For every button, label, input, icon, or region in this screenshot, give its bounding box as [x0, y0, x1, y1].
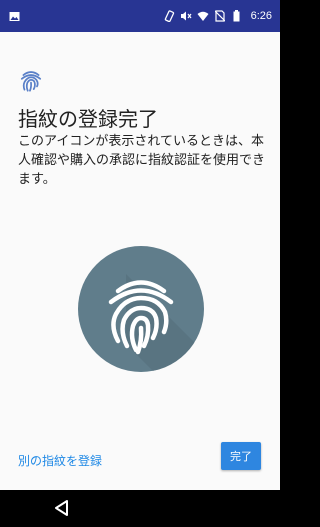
status-time: 6:26 — [250, 10, 272, 22]
fingerprint-icon — [18, 68, 44, 94]
done-button[interactable]: 完了 — [221, 442, 261, 470]
status-bar: 6:26 — [0, 0, 280, 32]
description-text: このアイコンが表示されているときは、本人確認や購入の承認に指紋認証を使用できます… — [18, 134, 266, 187]
back-icon[interactable] — [52, 498, 72, 518]
fingerprint-illustration — [78, 246, 204, 372]
battery-icon — [231, 10, 243, 22]
vibrate-icon — [163, 10, 175, 22]
no-sim-icon — [214, 10, 226, 22]
mute-icon — [180, 10, 192, 22]
navigation-bar — [0, 490, 280, 527]
page-title: 指紋の登録完了 — [18, 107, 158, 131]
add-another-fingerprint-button[interactable]: 別の指紋を登録 — [18, 452, 102, 469]
image-icon — [8, 10, 20, 22]
fingerprint-enrolled-screen: 指紋の登録完了 このアイコンが表示されているときは、本人確認や購入の承認に指紋認… — [0, 32, 280, 490]
wifi-icon — [197, 10, 209, 22]
